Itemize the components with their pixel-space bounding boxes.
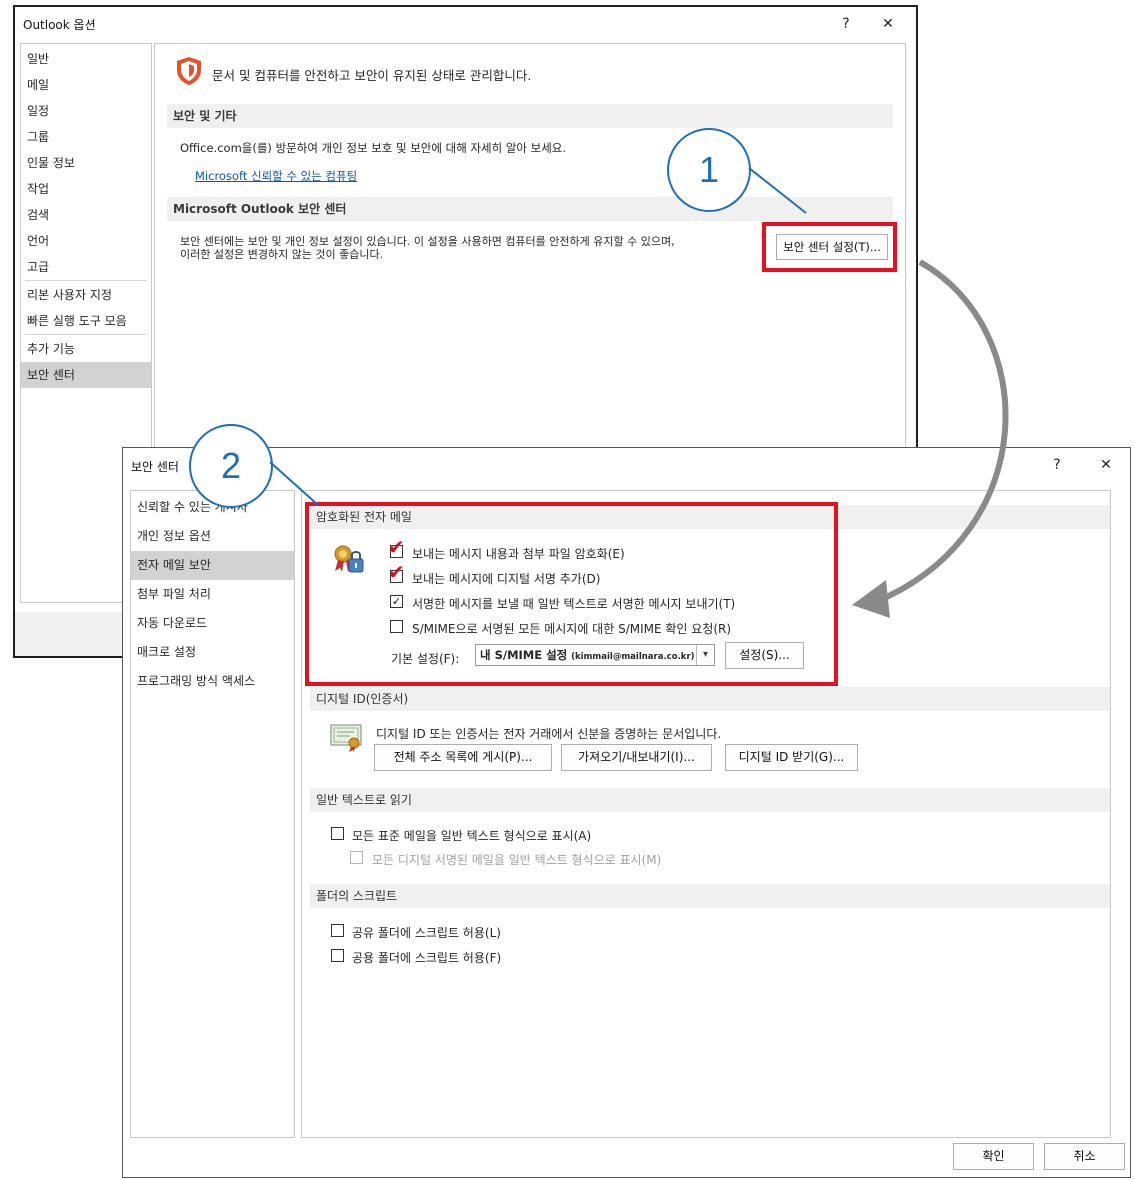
import-export-button[interactable]: 가져오기/내보내기(I)...	[561, 744, 712, 771]
read-plain-text-label: 모든 표준 메일을 일반 텍스트 형식으로 표시(A)	[352, 829, 592, 843]
checkbox-public-folder-script[interactable]	[331, 949, 344, 962]
nav-item-trust-center[interactable]: 보안 센터	[21, 362, 151, 388]
help-button[interactable]: ?	[833, 13, 859, 35]
nav-item-addins[interactable]: 추가 기능	[21, 336, 151, 362]
title-bar: Outlook 옵션 ? ✕	[15, 7, 916, 39]
nav-item-customize-ribbon[interactable]: 리본 사용자 지정	[21, 282, 151, 308]
nav-item-search[interactable]: 검색	[21, 202, 151, 228]
publish-to-gal-button[interactable]: 전체 주소 목록에 게시(P)...	[374, 744, 552, 771]
callout-2: 2	[189, 424, 273, 508]
nav-item-groups[interactable]: 그룹	[21, 124, 151, 150]
header-text: 문서 및 컴퓨터를 안전하고 보안이 유지된 상태로 관리합니다.	[212, 68, 532, 83]
nav-divider	[25, 334, 147, 335]
nav-item-mail[interactable]: 메일	[21, 72, 151, 98]
highlight-trust-button	[762, 222, 897, 272]
ok-button[interactable]: 확인	[953, 1143, 1034, 1170]
dialog-title: 보안 센터	[131, 460, 179, 474]
digital-id-text: 디지털 ID 또는 인증서는 전자 거래에서 신분을 증명하는 문서입니다.	[376, 727, 722, 741]
nav-item-attachment-handling[interactable]: 첨부 파일 처리	[131, 580, 294, 609]
dialog-title: Outlook 옵션	[23, 18, 96, 32]
public-folder-script-label: 공용 폴더에 스크립트 허용(F)	[352, 951, 502, 965]
nav-item-macro-settings[interactable]: 매크로 설정	[131, 638, 294, 667]
nav-item-people[interactable]: 인물 정보	[21, 150, 151, 176]
highlight-encrypted-section	[305, 502, 838, 686]
section-plain-text-heading: 일반 텍스트로 읽기	[310, 788, 1110, 812]
nav-item-tasks[interactable]: 작업	[21, 176, 151, 202]
section-digital-id-heading: 디지털 ID(인증서)	[310, 687, 1110, 711]
trust-text-line2: 이러한 설정은 변경하지 않는 것이 좋습니다.	[180, 248, 384, 261]
section-folder-script-heading: 폴더의 스크립트	[310, 884, 1110, 908]
nav-item-general[interactable]: 일반	[21, 46, 151, 72]
cancel-button[interactable]: 취소	[1044, 1143, 1125, 1170]
get-digital-id-button[interactable]: 디지털 ID 받기(G)...	[725, 744, 858, 771]
title-bar: 보안 센터 ? ✕	[123, 448, 1130, 480]
trust-nav: 신뢰할 수 있는 게시자 개인 정보 옵션 전자 메일 보안 첨부 파일 처리 …	[130, 490, 295, 1138]
section-privacy-heading: 보안 및 기타	[167, 104, 893, 128]
checkbox-read-plain-text[interactable]	[331, 827, 344, 840]
nav-item-language[interactable]: 언어	[21, 228, 151, 254]
nav-item-advanced[interactable]: 고급	[21, 254, 151, 280]
callout-1: 1	[667, 128, 751, 212]
close-button[interactable]: ✕	[1093, 454, 1119, 476]
read-signed-plain-text-label: 모든 디지털 서명된 메일을 일반 텍스트 형식으로 표시(M)	[372, 853, 662, 867]
shield-icon	[177, 57, 201, 85]
nav-item-privacy-options[interactable]: 개인 정보 옵션	[131, 522, 294, 551]
nav-divider	[25, 280, 147, 281]
shared-folder-script-label: 공유 폴더에 스크립트 허용(L)	[352, 926, 501, 940]
nav-item-programmatic-access[interactable]: 프로그래밍 방식 액세스	[131, 667, 294, 696]
section-trust-heading: Microsoft Outlook 보안 센터	[167, 197, 893, 221]
help-button[interactable]: ?	[1044, 454, 1070, 476]
nav-item-email-security[interactable]: 전자 메일 보안	[131, 551, 294, 580]
certificate-icon	[330, 724, 362, 752]
checkbox-read-signed-plain-text	[350, 851, 363, 864]
trustworthy-computing-link[interactable]: Microsoft 신뢰할 수 있는 컴퓨팅	[195, 168, 357, 184]
close-button[interactable]: ✕	[875, 13, 901, 35]
nav-item-auto-download[interactable]: 자동 다운로드	[131, 609, 294, 638]
checkbox-shared-folder-script[interactable]	[331, 924, 344, 937]
privacy-text: Office.com을(를) 방문하여 개인 정보 보호 및 보안에 대해 자세…	[180, 141, 567, 155]
nav-item-calendar[interactable]: 일정	[21, 98, 151, 124]
nav-item-quick-access[interactable]: 빠른 실행 도구 모음	[21, 308, 151, 334]
